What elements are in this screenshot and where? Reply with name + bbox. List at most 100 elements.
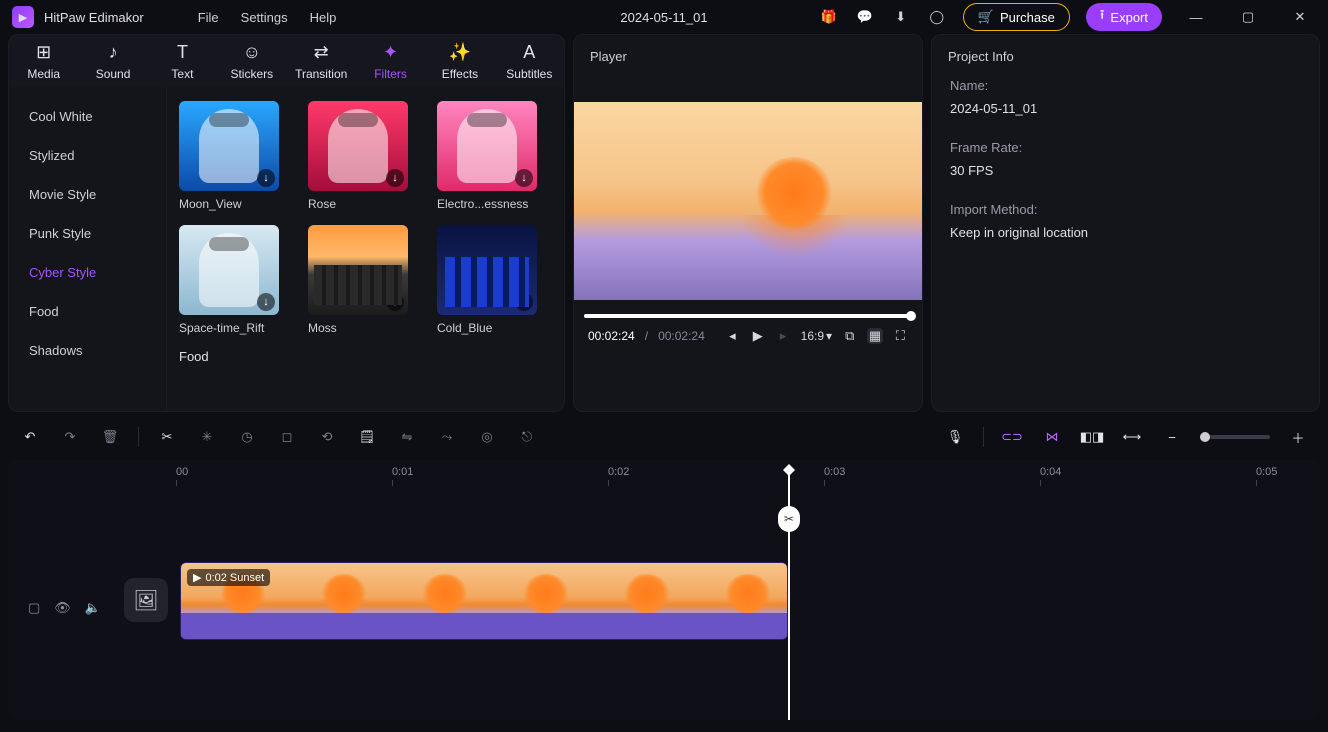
filter-rose[interactable]: ↓ Rose — [308, 101, 408, 211]
section-food-header: Food — [179, 349, 552, 364]
download-badge-icon[interactable]: ↓ — [515, 169, 533, 187]
cat-food[interactable]: Food — [9, 292, 166, 331]
player-title: Player — [574, 35, 922, 74]
download-badge-icon[interactable]: ↓ — [515, 293, 533, 311]
window-close[interactable]: ✕ — [1282, 4, 1318, 30]
titlebar: ▶ HitPaw Edimakor File Settings Help 202… — [0, 0, 1328, 34]
export-label: Export — [1110, 10, 1148, 25]
tab-subtitles[interactable]: A Subtitles — [496, 41, 562, 81]
cat-punk-style[interactable]: Punk Style — [9, 214, 166, 253]
project-info-title: Project Info — [932, 35, 1319, 74]
app-logo: ▶ — [12, 6, 34, 28]
video-icon: ▶ — [193, 571, 201, 584]
mic-icon[interactable]: 🎙 — [943, 425, 967, 449]
player-panel: Player 00:02:24 / 00:02:24 ◂ ▶ ▸ 16:9▾ ⧉… — [573, 34, 923, 412]
aspect-ratio-button[interactable]: 16:9▾ — [801, 329, 832, 343]
zoom-slider[interactable] — [1200, 435, 1270, 439]
rotate-icon[interactable]: ⤳ — [435, 425, 459, 449]
tab-stickers[interactable]: ☺ Stickers — [219, 41, 285, 81]
mirror-icon[interactable]: ⇋ — [395, 425, 419, 449]
fullscreen-icon[interactable]: ⛶ — [893, 328, 908, 344]
ruler-tick: 0:04 — [1040, 466, 1061, 478]
redo-icon[interactable]: ↷ — [58, 425, 82, 449]
snap-icon[interactable]: ✳ — [195, 425, 219, 449]
tab-sound[interactable]: ♪ Sound — [80, 41, 146, 81]
download-badge-icon[interactable]: ↓ — [386, 169, 404, 187]
filter-cold-blue[interactable]: ↓ Cold_Blue — [437, 225, 537, 335]
zoom-out-icon[interactable]: − — [1160, 425, 1184, 449]
filter-moon-view[interactable]: ↓ Moon_View — [179, 101, 279, 211]
filter-space-time-rift[interactable]: ↓ Space-time_Rift — [179, 225, 279, 335]
filter-electro[interactable]: ↓ Electro...essness — [437, 101, 537, 211]
snapshot-icon[interactable]: ⧉ — [842, 328, 857, 344]
export-clip-icon[interactable]: ⎋ — [515, 425, 539, 449]
chat-icon[interactable]: 💬 — [855, 7, 875, 27]
menu-settings[interactable]: Settings — [241, 10, 288, 25]
timeline-ruler[interactable]: 00 0:01 0:02 0:03 0:04 0:05 — [176, 466, 1310, 488]
menu-file[interactable]: File — [198, 10, 219, 25]
play-icon[interactable]: ▶ — [750, 328, 765, 344]
window-minimize[interactable]: — — [1178, 4, 1214, 30]
download-badge-icon[interactable]: ↓ — [257, 293, 275, 311]
player-scrubbar[interactable] — [584, 314, 912, 318]
download-icon[interactable]: ⬇ — [891, 7, 911, 27]
tab-text[interactable]: T Text — [149, 41, 215, 81]
cat-cool-white[interactable]: Cool White — [9, 97, 166, 136]
crop-tl-icon[interactable]: ◻ — [275, 425, 299, 449]
clip-chip: ▶ 0:02 Sunset — [187, 569, 270, 586]
info-import-label: Import Method: — [932, 198, 1319, 221]
download-badge-icon[interactable]: ↓ — [257, 169, 275, 187]
tab-media[interactable]: ⊞ Media — [11, 41, 77, 81]
cat-shadows[interactable]: Shadows — [9, 331, 166, 370]
ruler-tick: 0:01 — [392, 466, 413, 478]
project-info-panel: Project Info Name: 2024-05-11_01 Frame R… — [931, 34, 1320, 412]
menu-help[interactable]: Help — [310, 10, 337, 25]
magnet-icon[interactable]: ⊂⊃ — [1000, 425, 1024, 449]
tab-filters[interactable]: ✦ Filters — [358, 41, 424, 81]
cat-cyber-style[interactable]: Cyber Style — [9, 253, 166, 292]
filters-icon: ✦ — [383, 41, 398, 63]
playhead-split-icon[interactable]: ✂ — [778, 506, 800, 532]
filter-moss[interactable]: ↓ Moss — [308, 225, 408, 335]
add-cover-button[interactable]: 🖼 — [124, 578, 168, 622]
window-maximize[interactable]: ▢ — [1230, 4, 1266, 30]
text-icon: T — [177, 41, 188, 63]
track-icon[interactable]: ◧◨ — [1080, 425, 1104, 449]
fit-icon[interactable]: ⟷ — [1120, 425, 1144, 449]
tab-transition[interactable]: ⇄ Transition — [288, 41, 354, 81]
link-icon[interactable]: ⋈ — [1040, 425, 1064, 449]
timeline-toolbar: ↶ ↷ 🗑 ✂ ✳ ◷ ◻ ⟲ 🗒 ⇋ ⤳ ◎ ⎋ 🎙 ⊂⊃ ⋈ ◧◨ ⟷ − … — [8, 418, 1320, 456]
effects-icon: ✨ — [449, 41, 471, 63]
track-lock-icon[interactable]: ▢ — [28, 600, 40, 616]
purchase-button[interactable]: 🛒 Purchase — [963, 3, 1070, 31]
playhead[interactable]: ✂ — [788, 468, 790, 720]
export-icon: ⭱ — [1100, 6, 1105, 28]
account-icon[interactable]: ◯ — [927, 7, 947, 27]
step-back-icon[interactable]: ◂ — [725, 328, 740, 344]
timeline[interactable]: ▢ 👁 🔈 🖼 00 0:01 0:02 0:03 0:04 0:05 ▶ 0:… — [8, 460, 1320, 720]
zoom-in-icon[interactable]: ＋ — [1286, 425, 1310, 449]
crop-icon[interactable]: ▦ — [867, 328, 882, 344]
time-sep: / — [645, 329, 648, 343]
main-tabs: ⊞ Media ♪ Sound T Text ☺ Stickers ⇄ Tran… — [8, 34, 565, 87]
step-forward-icon[interactable]: ▸ — [775, 328, 790, 344]
speed-icon[interactable]: ◷ — [235, 425, 259, 449]
video-clip[interactable]: ▶ 0:02 Sunset — [180, 562, 788, 640]
cat-movie-style[interactable]: Movie Style — [9, 175, 166, 214]
note-icon[interactable]: 🗒 — [355, 425, 379, 449]
cat-stylized[interactable]: Stylized — [9, 136, 166, 175]
record-icon[interactable]: ◎ — [475, 425, 499, 449]
tab-effects[interactable]: ✨ Effects — [427, 41, 493, 81]
app-name: HitPaw Edimakor — [44, 10, 144, 25]
reverse-icon[interactable]: ⟲ — [315, 425, 339, 449]
track-mute-icon[interactable]: 🔈 — [85, 600, 101, 616]
delete-icon[interactable]: 🗑 — [98, 425, 122, 449]
player-viewport[interactable] — [574, 102, 922, 300]
split-icon[interactable]: ✂ — [155, 425, 179, 449]
filter-category-list: Cool White Stylized Movie Style Punk Sty… — [9, 87, 167, 411]
gift-icon[interactable]: 🎁 — [819, 7, 839, 27]
download-badge-icon[interactable]: ↓ — [386, 293, 404, 311]
track-visible-icon[interactable]: 👁 — [54, 600, 71, 616]
export-button[interactable]: ⭱ Export — [1086, 3, 1162, 31]
undo-icon[interactable]: ↶ — [18, 425, 42, 449]
